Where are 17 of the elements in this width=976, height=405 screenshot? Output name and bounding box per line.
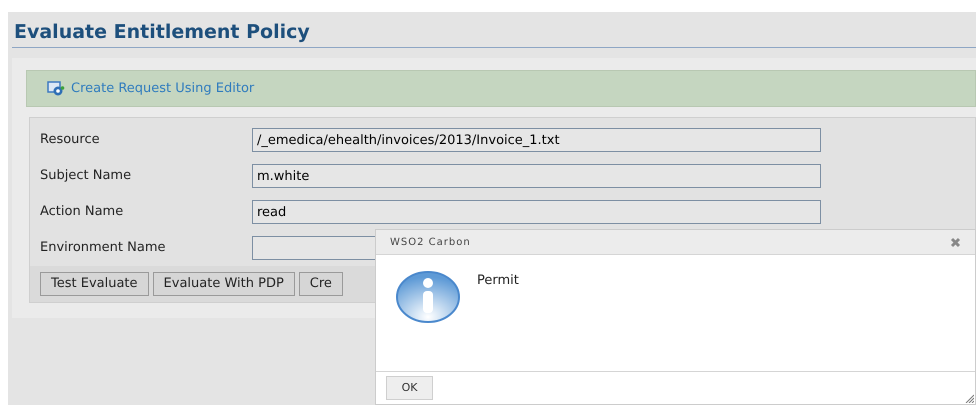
resize-grip-icon[interactable] bbox=[964, 393, 974, 403]
text-field[interactable]: /_emedica/ehealth/invoices/2013/Invoice_1.txt bbox=[252, 128, 821, 152]
close-icon[interactable] bbox=[950, 236, 961, 248]
ok-button[interactable]: OK bbox=[386, 376, 433, 400]
dialog-title: WSO2 Carbon bbox=[390, 236, 471, 250]
text-field[interactable]: m.white bbox=[252, 164, 821, 188]
field-label: Resource bbox=[39, 131, 101, 150]
field-label: Environment Name bbox=[39, 239, 166, 258]
field-label: Subject Name bbox=[39, 167, 132, 186]
text-field[interactable]: read bbox=[252, 200, 821, 224]
info-icon bbox=[395, 271, 461, 323]
dialog-message: Permit bbox=[477, 272, 519, 290]
page-title: Evaluate Entitlement Policy bbox=[13, 20, 311, 44]
action-button[interactable]: Cre bbox=[298, 272, 343, 296]
action-button[interactable]: Evaluate With PDP bbox=[152, 272, 295, 296]
field-label: Action Name bbox=[39, 203, 124, 222]
action-button[interactable]: Test Evaluate bbox=[40, 272, 149, 296]
